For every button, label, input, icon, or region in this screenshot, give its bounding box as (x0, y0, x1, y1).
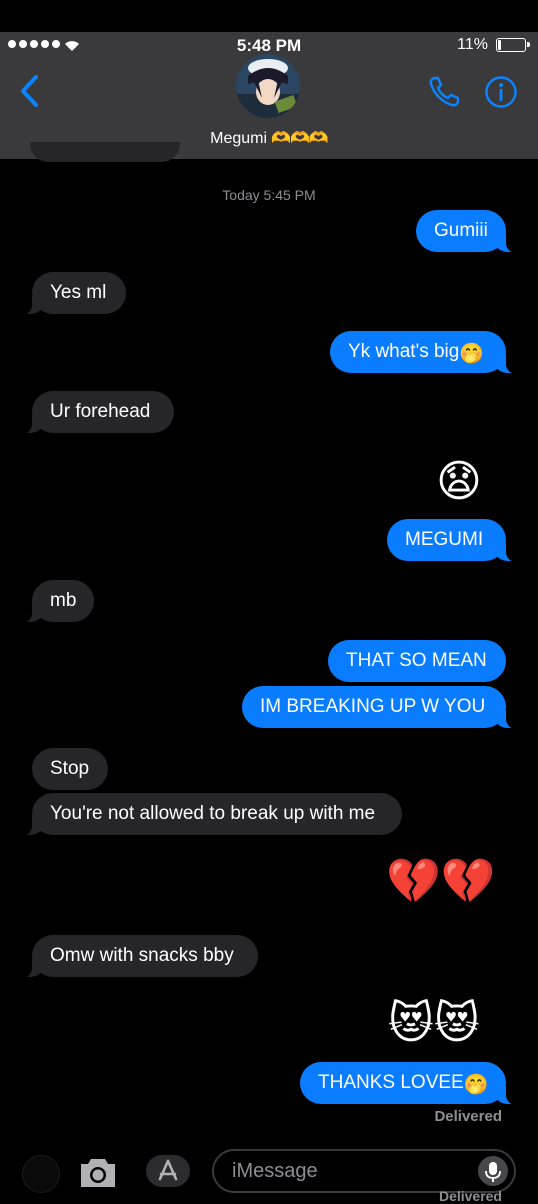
message-text: Stop (50, 758, 90, 779)
message-bubble-outgoing[interactable]: THANKS LOVEE🤭 (300, 1062, 518, 1105)
conversation-header: 5:48 PM 11% Megumi 🫶🫶🫶 (0, 32, 538, 159)
contact-avatar[interactable] (236, 54, 300, 118)
previous-message-bubble (30, 142, 180, 162)
camera-icon[interactable] (78, 1155, 118, 1189)
info-icon[interactable] (484, 75, 518, 109)
message-bubble-incoming[interactable]: mb (20, 580, 94, 623)
phone-icon[interactable] (427, 75, 461, 109)
battery-icon (496, 38, 530, 52)
shushing-face-emoji: 🤭 (463, 1074, 489, 1096)
message-text: mb (50, 590, 77, 611)
anguished-face-emoji[interactable]: 😧 (436, 458, 482, 506)
microphone-glyph (485, 1162, 501, 1182)
shushing-face-emoji: 🤭 (459, 343, 485, 365)
message-text: MEGUMI (405, 529, 484, 550)
delivery-status-cut: Delivered (438, 1188, 502, 1204)
message-text: You're not allowed to break up with me (50, 803, 376, 824)
dark-circle-button[interactable] (22, 1155, 60, 1193)
imessage-input[interactable]: iMessage (212, 1149, 516, 1193)
message-text: Omw with snacks bby (50, 945, 234, 966)
message-bubble-outgoing[interactable]: IM BREAKING UP W YOU (242, 686, 518, 729)
message-text: Ur forehead (50, 401, 151, 422)
chevron-left-icon[interactable] (18, 74, 42, 108)
contact-emoji: 🫶🫶🫶 (271, 130, 329, 147)
imessage-placeholder: iMessage (232, 1160, 318, 1182)
message-bubble-outgoing[interactable]: Yk what's big🤭 (330, 331, 518, 374)
message-bubble-outgoing[interactable]: MEGUMI (387, 519, 518, 562)
avatar-image (236, 54, 300, 118)
message-bubble-incoming[interactable]: You're not allowed to break up with me (20, 793, 402, 836)
heart-eyes-cat-emoji[interactable]: 😻😻 (388, 1000, 480, 1048)
message-bubble-outgoing[interactable]: Gumiii (416, 210, 518, 253)
app-store-glyph (158, 1159, 178, 1181)
message-text: Yk what's big (348, 341, 460, 362)
broken-heart-emoji[interactable]: 💔💔 (386, 858, 496, 906)
message-text: Gumiii (434, 220, 488, 241)
message-text: Yes ml (50, 282, 107, 303)
message-bubble-incoming[interactable]: Yes ml (20, 272, 126, 315)
contact-name: Megumi (210, 130, 268, 147)
battery-percent: 11% (457, 36, 488, 53)
message-text: THAT SO MEAN (346, 650, 487, 671)
message-bubble-outgoing[interactable]: THAT SO MEAN (328, 640, 506, 682)
message-bubble-incoming[interactable]: Stop (32, 748, 108, 790)
app-store-icon[interactable] (146, 1155, 190, 1187)
conversation-timestamp: Today 5:45 PM (222, 187, 316, 203)
delivery-status: Delivered (434, 1108, 502, 1125)
message-bubble-incoming[interactable]: Omw with snacks bby (20, 935, 258, 978)
message-text: IM BREAKING UP W YOU (260, 696, 486, 717)
message-text: THANKS LOVEE (318, 1072, 464, 1093)
microphone-icon[interactable] (478, 1156, 508, 1186)
message-bubble-incoming[interactable]: Ur forehead (20, 391, 174, 434)
